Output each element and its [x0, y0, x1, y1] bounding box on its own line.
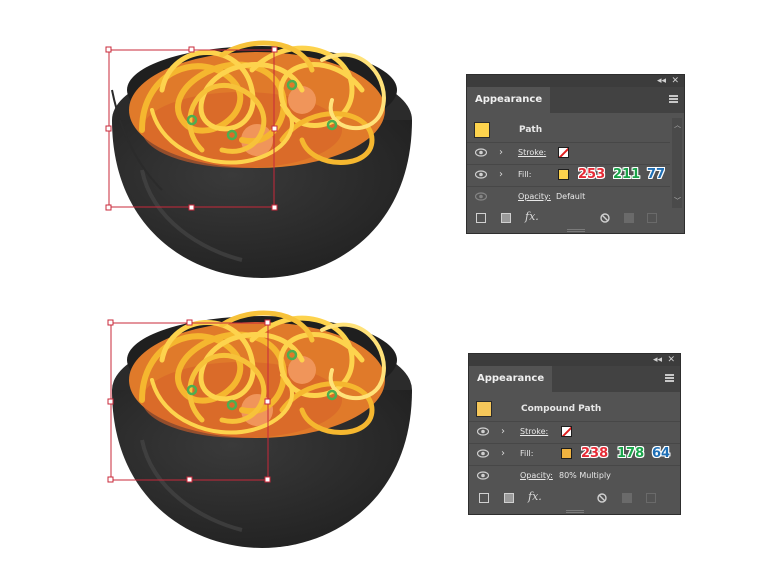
clear-appearance-icon[interactable] — [600, 213, 610, 223]
panel-bottom-toolbar: fx. — [467, 208, 684, 228]
object-row[interactable]: Compound Path — [469, 397, 680, 422]
fill-row[interactable]: › Fill: 253 211 77 — [467, 164, 670, 187]
add-stroke-icon[interactable] — [476, 213, 486, 223]
appearance-panel-top: ◂◂ ✕ Appearance Path › Stroke: › Fill: 2… — [466, 74, 685, 234]
stroke-none-swatch[interactable] — [558, 147, 569, 158]
duplicate-item-icon[interactable] — [624, 213, 634, 223]
opacity-value: Default — [556, 192, 586, 201]
chevron-right-icon[interactable]: › — [501, 443, 505, 465]
fx-icon[interactable]: fx. — [525, 210, 539, 223]
panel-title-bar[interactable]: ◂◂ ✕ — [469, 354, 680, 366]
eye-icon[interactable] — [477, 471, 489, 480]
clear-appearance-icon[interactable] — [597, 493, 607, 503]
fill-swatch[interactable] — [558, 169, 569, 180]
object-row[interactable]: Path — [467, 118, 670, 143]
tab-appearance[interactable]: Appearance — [467, 87, 551, 113]
fill-label[interactable]: Fill: — [518, 164, 531, 186]
opacity-row[interactable]: Opacity: 80% Multiply — [469, 465, 680, 487]
fill-red-value: 238 — [581, 446, 609, 462]
stroke-row[interactable]: › Stroke: — [467, 142, 670, 165]
panel-tab-row: Appearance — [469, 366, 680, 392]
trash-icon[interactable] — [647, 213, 657, 223]
object-thumbnail — [476, 401, 492, 417]
object-name: Path — [519, 125, 543, 135]
opacity-label[interactable]: Opacity: — [520, 465, 553, 487]
trash-icon[interactable] — [646, 493, 656, 503]
tab-appearance[interactable]: Appearance — [469, 366, 553, 392]
collapse-icon[interactable]: ◂◂ — [653, 354, 662, 366]
eye-icon[interactable] — [477, 427, 489, 436]
resize-grip[interactable] — [566, 229, 585, 232]
fill-blue-value: 77 — [647, 167, 666, 183]
panel-bottom-toolbar: fx. — [469, 488, 680, 508]
add-fill-icon[interactable] — [501, 213, 511, 223]
panel-scrollbar[interactable]: ︿ ﹀ — [672, 118, 682, 208]
panel-tab-row: Appearance — [467, 87, 684, 113]
close-icon[interactable]: ✕ — [667, 354, 675, 366]
eye-icon[interactable] — [475, 192, 487, 201]
eye-icon[interactable] — [477, 449, 489, 458]
chevron-right-icon[interactable]: › — [499, 142, 503, 164]
appearance-panel-bottom: ◂◂ ✕ Appearance Compound Path › Stroke: … — [468, 353, 681, 515]
opacity-value: 80% Multiply — [559, 471, 611, 480]
stroke-none-swatch[interactable] — [561, 426, 572, 437]
fill-green-value: 178 — [617, 446, 645, 462]
fill-blue-value: 64 — [652, 446, 671, 462]
chevron-right-icon[interactable]: › — [499, 164, 503, 186]
fill-green-value: 211 — [613, 167, 641, 183]
fill-swatch[interactable] — [561, 448, 572, 459]
object-name: Compound Path — [521, 404, 602, 414]
close-icon[interactable]: ✕ — [671, 75, 679, 87]
resize-grip[interactable] — [565, 510, 584, 513]
fill-label[interactable]: Fill: — [520, 443, 533, 465]
add-stroke-icon[interactable] — [479, 493, 489, 503]
add-fill-icon[interactable] — [504, 493, 514, 503]
fill-row[interactable]: › Fill: 238 178 64 — [469, 443, 680, 466]
duplicate-item-icon[interactable] — [622, 493, 632, 503]
scroll-up-icon[interactable]: ︿ — [674, 120, 681, 130]
chevron-right-icon[interactable]: › — [501, 421, 505, 443]
scroll-down-icon[interactable]: ﹀ — [674, 196, 681, 206]
panel-title-bar[interactable]: ◂◂ ✕ — [467, 75, 684, 87]
opacity-row[interactable]: Opacity: Default — [467, 186, 670, 208]
stroke-label[interactable]: Stroke: — [520, 421, 548, 443]
eye-icon[interactable] — [475, 148, 487, 157]
collapse-icon[interactable]: ◂◂ — [657, 75, 666, 87]
panel-menu-icon[interactable] — [669, 95, 678, 103]
panel-menu-icon[interactable] — [665, 374, 674, 382]
opacity-label[interactable]: Opacity: — [518, 186, 551, 208]
fill-red-value: 253 — [578, 167, 606, 183]
stroke-row[interactable]: › Stroke: — [469, 421, 680, 444]
object-thumbnail — [474, 122, 490, 138]
eye-icon[interactable] — [475, 170, 487, 179]
stroke-label[interactable]: Stroke: — [518, 142, 546, 164]
fx-icon[interactable]: fx. — [528, 490, 542, 503]
